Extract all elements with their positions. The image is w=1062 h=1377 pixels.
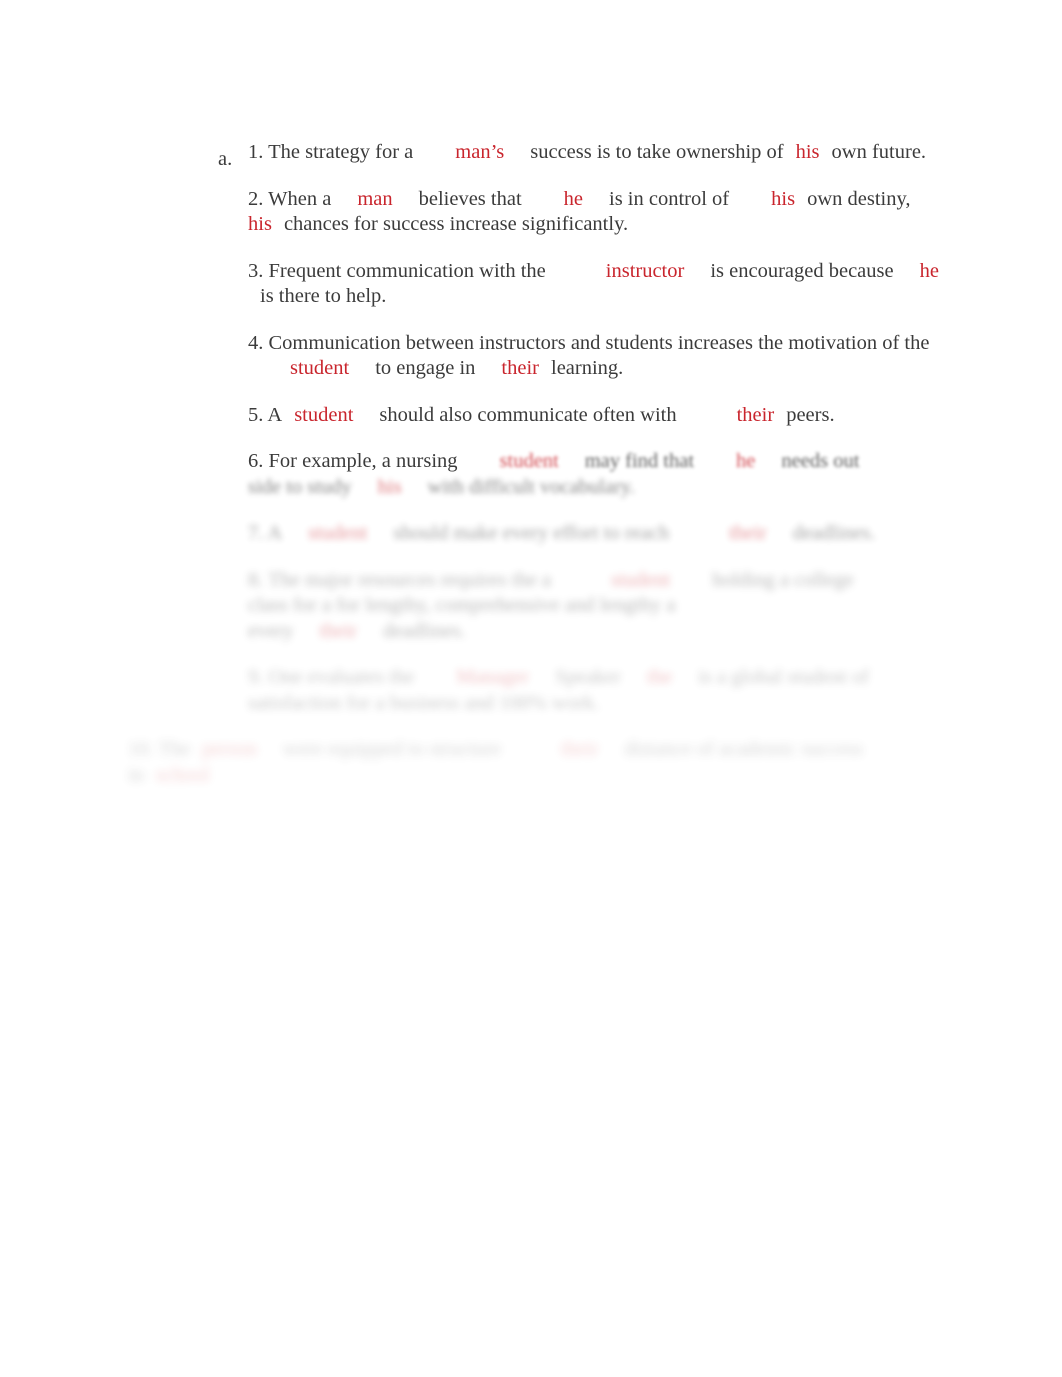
item-text: 6. For example, a nursing <box>248 450 458 472</box>
list-item: 8. The major resources requires the a stu… <box>248 568 1028 645</box>
inserted-word: their <box>501 357 539 379</box>
inserted-word: their <box>560 738 599 760</box>
inserted-word: the <box>647 666 673 688</box>
item-text: satisfaction for a business and 100% wor… <box>248 691 600 714</box>
item-text: should make every effort to reach <box>393 522 670 544</box>
item-continuation-line: in school <box>128 763 928 789</box>
item-text: distance of academic success <box>624 738 863 760</box>
item-continuation-line: class for a for lengthy, comprehensive a… <box>248 593 1028 619</box>
item-text: Speaker <box>555 666 622 688</box>
inserted-word: instructor <box>605 259 685 282</box>
list-item: 7. A student should make every effort to r… <box>248 521 1028 547</box>
item-text: should also communicate often with <box>379 403 677 426</box>
item-text: side to study <box>248 475 352 498</box>
numbered-list: 1. The strategy for a man’s success is to … <box>128 140 948 809</box>
item-text: class for a for lengthy, comprehensive a… <box>248 594 676 616</box>
item-text: success is to take ownership of <box>530 141 784 163</box>
item-text: 7. A <box>248 522 283 544</box>
item-text: with difficult vocabulary. <box>427 475 635 498</box>
item-text: 5. A <box>248 403 283 426</box>
inserted-word: his <box>248 213 272 235</box>
item-text: 3. Frequent communication with the <box>248 259 546 282</box>
item-text: in <box>128 763 144 786</box>
item-text: own future. <box>831 141 927 163</box>
list-item: 10. The person were equipped to structure t… <box>128 737 928 788</box>
item-text: 10. The <box>128 738 191 760</box>
list-item: 2. When a man believes that he is in control… <box>248 187 948 238</box>
item-text: 9. One evaluates the <box>248 666 415 688</box>
inserted-word: student <box>290 357 350 379</box>
item-text: may find that <box>584 450 695 472</box>
inserted-word: person <box>202 738 257 760</box>
list-item: 1. The strategy for a man’s success is to … <box>248 140 948 166</box>
item-text: is in control of <box>609 187 730 210</box>
inserted-word: student <box>308 522 368 544</box>
inserted-word: school <box>155 763 210 786</box>
item-text: deadlines. <box>383 619 466 642</box>
item-text: deadlines. <box>792 522 876 544</box>
item-text: is encouraged because <box>710 259 894 282</box>
item-text: were equipped to structure <box>282 738 501 760</box>
item-text: is a global student of <box>698 666 869 688</box>
list-item: 9. One evaluates the Manager Speaker the is … <box>248 665 1028 716</box>
item-text: 1. The strategy for a <box>248 141 414 163</box>
inserted-word: he <box>919 259 939 282</box>
inserted-word: their <box>736 403 775 426</box>
item-text: learning. <box>551 357 624 379</box>
inserted-word: their <box>729 522 767 544</box>
inserted-word: man’s <box>455 141 505 163</box>
item-text: is there to help. <box>260 285 387 307</box>
inserted-word: student <box>499 450 559 472</box>
inserted-word: his <box>377 475 402 498</box>
item-text: 4. Communication between instructors and… <box>248 331 930 354</box>
item-text: to engage in <box>375 357 476 379</box>
item-text: chances for success increase significant… <box>283 213 629 235</box>
item-text: own destiny, <box>807 187 911 210</box>
document-page: a. 1. The strategy for a man’s success is … <box>0 0 1062 1377</box>
list-item: 5. A student should also communicate often… <box>248 403 948 429</box>
item-text: holding a college <box>712 568 854 591</box>
list-item: 4. Communication between instructors and… <box>248 331 948 382</box>
item-text: believes that <box>418 187 522 210</box>
item-text: 8. The major resources requires the a <box>248 568 552 591</box>
inserted-word: he <box>736 450 756 472</box>
inserted-word: he <box>563 187 583 210</box>
inserted-word: Manager <box>456 666 530 688</box>
item-continuation-line: satisfaction for a business and 100% wor… <box>248 691 1028 717</box>
item-continuation-line: side to study his with difficult vocabular… <box>248 475 1028 501</box>
inserted-word: his <box>795 141 820 163</box>
inserted-word: his <box>771 187 796 210</box>
list-marker-a: a. <box>218 148 233 170</box>
inserted-word: man <box>357 187 393 210</box>
inserted-word: student <box>294 403 354 426</box>
item-continuation-line: every their deadlines. <box>248 619 1028 645</box>
item-text: needs out <box>781 450 860 472</box>
inserted-word: student <box>611 568 671 591</box>
item-text: peers. <box>786 403 835 426</box>
inserted-word: their <box>319 619 358 642</box>
list-item: 3. Frequent communication with the instru… <box>248 259 948 310</box>
list-item: 6. For example, a nursing student may find… <box>248 449 1028 500</box>
item-text: 2. When a <box>248 187 332 210</box>
item-text: every <box>248 619 294 642</box>
